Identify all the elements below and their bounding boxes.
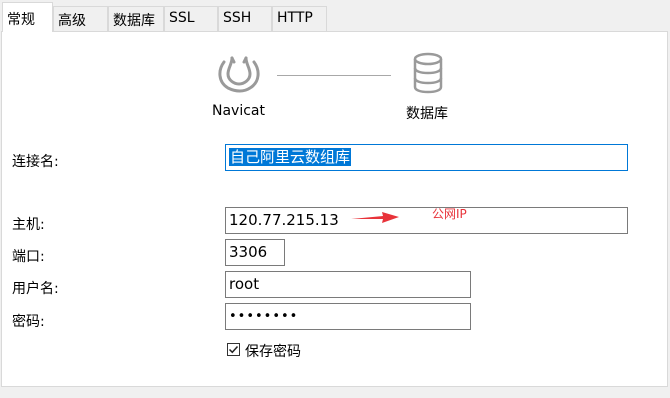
password-input[interactable]: ••••••••	[225, 303, 471, 330]
annotation-text: 公网IP	[432, 207, 467, 221]
host-value: 120.77.215.13	[229, 211, 339, 229]
database-icon	[413, 52, 443, 94]
tab-bar: 常规 高级 数据库 SSL SSH HTTP	[0, 0, 670, 32]
navicat-label: Navicat	[212, 103, 265, 119]
database-label: 数据库	[406, 106, 448, 122]
tab-ssl[interactable]: SSL	[164, 6, 218, 31]
connection-name-value: 自己阿里云数组库	[229, 148, 352, 166]
connection-line	[277, 75, 391, 76]
connection-name-label: 连接名:	[12, 154, 59, 170]
password-value: ••••••••	[229, 309, 299, 324]
tab-http[interactable]: HTTP	[272, 6, 327, 31]
port-label: 端口:	[12, 249, 45, 265]
tab-advanced[interactable]: 高级	[53, 6, 108, 31]
host-input[interactable]: 120.77.215.13	[225, 207, 628, 234]
user-label: 用户名:	[12, 281, 59, 297]
tab-general[interactable]: 常规	[2, 2, 53, 32]
password-label: 密码:	[12, 314, 45, 330]
port-value: 3306	[229, 243, 268, 261]
save-password-checkbox[interactable]	[227, 343, 240, 356]
save-password-label[interactable]: 保存密码	[245, 341, 301, 361]
tab-ssh[interactable]: SSH	[218, 6, 272, 31]
user-value: root	[229, 275, 260, 293]
tab-database[interactable]: 数据库	[108, 6, 164, 31]
user-input[interactable]: root	[225, 271, 471, 298]
connection-name-input[interactable]: 自己阿里云数组库	[225, 144, 628, 171]
navicat-logo-icon	[218, 56, 260, 93]
checkmark-icon	[228, 345, 239, 354]
annotation-arrow-icon	[351, 212, 399, 223]
host-label: 主机:	[12, 217, 45, 233]
port-input[interactable]: 3306	[225, 239, 285, 266]
